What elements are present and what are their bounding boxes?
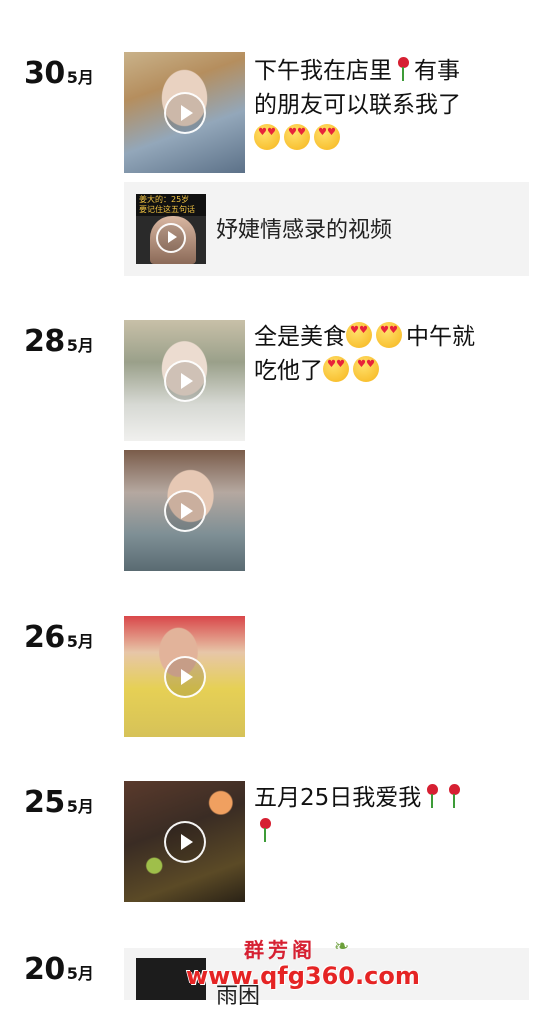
rose-emoji	[395, 56, 411, 82]
video-thumbnail[interactable]	[124, 450, 245, 571]
post-caption: 全是美食 中午就 吃他了	[254, 320, 514, 388]
heart-eyes-emoji	[314, 124, 340, 150]
caption-text: 吃他了	[254, 358, 323, 384]
leaf-icon: ❧	[334, 936, 350, 957]
play-icon[interactable]	[163, 91, 206, 134]
post-month: 5月	[66, 336, 94, 355]
shared-video-card[interactable]: 姜大的：25岁 要记住这五句话 妤婕情感录的视频	[124, 182, 529, 276]
post-day: 25	[24, 785, 65, 820]
play-icon[interactable]	[163, 489, 206, 532]
shared-video-title: 妤婕情感录的视频	[216, 218, 393, 243]
heart-eyes-emoji	[376, 322, 402, 348]
post-date: 28 5月	[24, 324, 94, 359]
play-icon[interactable]	[163, 359, 206, 402]
post-date: 30 5月	[24, 56, 94, 91]
video-thumbnail[interactable]	[124, 781, 245, 902]
caption-text: 下午我在店里	[254, 58, 392, 84]
rose-emoji	[424, 783, 440, 809]
rose-emoji	[446, 783, 462, 809]
caption-text: 中午就	[406, 324, 475, 350]
caption-text: 有事	[414, 58, 460, 84]
heart-eyes-emoji	[254, 124, 280, 150]
post-day: 26	[24, 620, 65, 655]
video-thumbnail[interactable]	[124, 320, 245, 441]
heart-eyes-emoji	[284, 124, 310, 150]
caption-text: 五月25日我爱我	[254, 785, 422, 811]
play-icon[interactable]	[163, 820, 206, 863]
rose-emoji	[257, 817, 273, 843]
post-month: 5月	[66, 632, 94, 651]
post-date: 26 5月	[24, 620, 94, 655]
play-icon[interactable]	[163, 655, 206, 698]
watermark-url: www.qfg360.com	[186, 962, 420, 990]
caption-text: 的朋友可以联系我了	[254, 92, 461, 118]
video-thumbnail[interactable]	[124, 616, 245, 737]
heart-eyes-emoji	[346, 322, 372, 348]
post-day: 28	[24, 324, 65, 359]
shared-thumb-caption: 姜大的：25岁 要记住这五句话	[136, 194, 206, 216]
post-month: 5月	[66, 797, 94, 816]
post-month: 5月	[66, 68, 94, 87]
watermark-brand: 群芳阁	[244, 938, 316, 962]
caption-text: 全是美食	[254, 324, 346, 350]
heart-eyes-emoji	[323, 356, 349, 382]
heart-eyes-emoji	[353, 356, 379, 382]
video-thumbnail[interactable]	[124, 52, 245, 173]
post-day: 30	[24, 56, 65, 91]
watermark: 群芳阁 ❧ www.qfg360.com	[0, 930, 552, 1000]
post-caption: 五月25日我爱我	[254, 781, 514, 849]
post-date: 25 5月	[24, 785, 94, 820]
play-icon	[156, 223, 186, 253]
shared-video-thumbnail: 姜大的：25岁 要记住这五句话	[136, 194, 206, 264]
post-caption: 下午我在店里 有事 的朋友可以联系我了	[254, 54, 514, 156]
